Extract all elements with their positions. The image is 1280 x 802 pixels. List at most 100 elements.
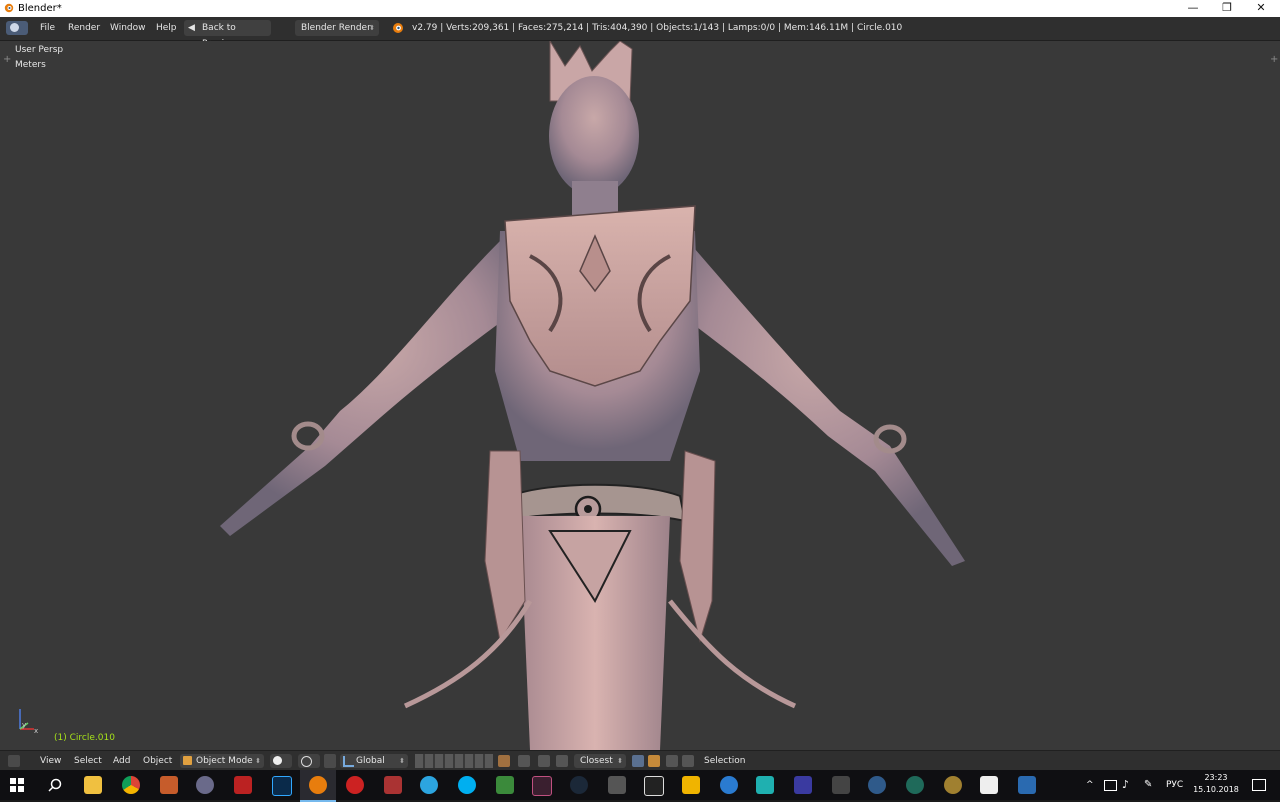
- toolshelf-toggle-icon[interactable]: +: [3, 54, 11, 65]
- pen-icon[interactable]: ✎: [1144, 770, 1152, 800]
- app-icon[interactable]: [832, 776, 850, 794]
- units-label: Meters: [15, 60, 46, 70]
- view-perspective-label: User Persp: [15, 45, 64, 55]
- character-model[interactable]: [200, 41, 980, 750]
- chevron-updown-icon: ⬍: [399, 757, 405, 765]
- info-menubar: File Render Window Help ◀ Back to Previo…: [0, 17, 1280, 49]
- render-engine-label: Blender Render: [301, 23, 371, 33]
- chrome-icon[interactable]: [122, 776, 140, 794]
- app-icon[interactable]: [496, 776, 514, 794]
- menu-view[interactable]: View: [40, 751, 61, 771]
- chevron-updown-icon: ⬍: [255, 757, 261, 765]
- menu-select[interactable]: Select: [74, 751, 102, 771]
- app-icon[interactable]: [682, 776, 700, 794]
- render-still-icon[interactable]: [666, 755, 678, 767]
- menu-object[interactable]: Object: [143, 751, 172, 771]
- notifications-icon[interactable]: [1252, 779, 1266, 791]
- viewport-header: View Select Add Object Object Mode ⬍ Glo…: [0, 750, 1280, 771]
- menu-window[interactable]: Window: [110, 17, 146, 40]
- orientation-icon: [343, 756, 354, 767]
- restore-button[interactable]: ❐: [1210, 0, 1244, 17]
- clock-time: 23:23: [1204, 773, 1228, 782]
- app-icon[interactable]: [196, 776, 214, 794]
- app-icon[interactable]: [1018, 776, 1036, 794]
- search-icon[interactable]: [48, 778, 62, 792]
- back-to-previous-button[interactable]: ◀ Back to Previous: [184, 20, 271, 49]
- snap-target-select[interactable]: Closest ⬍: [574, 754, 626, 768]
- info-icon: [10, 23, 19, 32]
- snap-toggle-icon[interactable]: [538, 755, 550, 767]
- back-icon: ◀: [188, 23, 195, 33]
- app-icon[interactable]: [944, 776, 962, 794]
- selection-label: Selection: [704, 756, 746, 766]
- render-anim-icon[interactable]: [682, 755, 694, 767]
- menu-add[interactable]: Add: [113, 751, 130, 771]
- editor-type-icon[interactable]: [8, 755, 20, 767]
- gzdb-icon[interactable]: [234, 776, 252, 794]
- minimize-button[interactable]: —: [1176, 0, 1210, 17]
- app-icon[interactable]: [794, 776, 812, 794]
- steam-icon[interactable]: [570, 776, 588, 794]
- menu-file[interactable]: File: [40, 17, 55, 40]
- start-icon[interactable]: [10, 778, 24, 792]
- shading-select[interactable]: [270, 754, 292, 768]
- skype-icon[interactable]: [458, 776, 476, 794]
- opengl-render-icon[interactable]: [632, 755, 644, 767]
- axis-x-label: x: [34, 727, 38, 735]
- app-icon[interactable]: [756, 776, 774, 794]
- snap-target-label: Closest: [580, 756, 613, 766]
- mode-label: Object Mode: [196, 756, 253, 766]
- scene-stats: v2.79 | Verts:209,361 | Faces:275,214 | …: [412, 23, 903, 33]
- editor-type-button[interactable]: [6, 21, 28, 35]
- layer-lock-icon[interactable]: [498, 755, 510, 767]
- menu-help[interactable]: Help: [156, 17, 177, 40]
- app-icon[interactable]: [906, 776, 924, 794]
- app-icon[interactable]: [608, 776, 626, 794]
- transform-orientation-select[interactable]: Global ⬍: [340, 754, 408, 768]
- active-object-label: (1) Circle.010: [54, 733, 115, 743]
- mode-select[interactable]: Object Mode ⬍: [180, 754, 264, 768]
- axis-gizmo: y x: [19, 709, 38, 735]
- app-icon[interactable]: [346, 776, 364, 794]
- volume-icon[interactable]: ♪: [1122, 770, 1129, 800]
- file-explorer-icon[interactable]: [84, 776, 102, 794]
- opengl-anim-icon[interactable]: [648, 755, 660, 767]
- orientation-label: Global: [356, 756, 385, 766]
- menu-render[interactable]: Render: [68, 17, 100, 40]
- blender-icon: [309, 776, 327, 794]
- app-icon[interactable]: [160, 776, 178, 794]
- render-engine-select[interactable]: Blender Render ⬍: [295, 20, 379, 36]
- blender-taskbar-active[interactable]: [300, 770, 336, 802]
- app-icon[interactable]: [720, 776, 738, 794]
- window-title: Blender*: [18, 3, 62, 14]
- app-icon[interactable]: [868, 776, 886, 794]
- photoshop-icon[interactable]: [272, 776, 292, 796]
- manipulator-icon[interactable]: [324, 754, 336, 768]
- close-button[interactable]: ✕: [1244, 0, 1278, 17]
- properties-toggle-icon[interactable]: +: [1270, 54, 1278, 65]
- chevron-updown-icon: ⬍: [617, 757, 623, 765]
- telegram-icon[interactable]: [420, 776, 438, 794]
- clock[interactable]: 23:23 15.10.2018: [1188, 772, 1244, 796]
- network-icon[interactable]: [1104, 780, 1117, 791]
- unity-icon[interactable]: [644, 776, 664, 796]
- window-titlebar: Blender* — ❐ ✕: [0, 0, 1280, 17]
- 3d-viewport[interactable]: User Persp Meters + + y x (1) Circle.010: [0, 41, 1280, 750]
- taskbar: ^ ♪ ✎ РУС 23:23 15.10.2018: [0, 770, 1280, 802]
- pivot-select[interactable]: [298, 754, 320, 768]
- blender-logo-icon: [393, 23, 403, 33]
- tray-expand-icon[interactable]: ^: [1086, 770, 1094, 800]
- blender-app-icon: [4, 3, 14, 13]
- object-mode-icon: [183, 756, 192, 765]
- app-icon[interactable]: [532, 776, 552, 796]
- pivot-icon: [301, 756, 312, 767]
- axis-y-label: y: [22, 721, 26, 729]
- layer-buttons[interactable]: [415, 754, 493, 768]
- language-indicator[interactable]: РУС: [1166, 770, 1183, 800]
- app-icon[interactable]: [384, 776, 402, 794]
- solid-shading-icon: [273, 756, 282, 765]
- clock-date: 15.10.2018: [1193, 785, 1239, 794]
- proportional-edit-icon[interactable]: [518, 755, 530, 767]
- snap-element-icon[interactable]: [556, 755, 568, 767]
- zbrush-icon[interactable]: [980, 776, 998, 794]
